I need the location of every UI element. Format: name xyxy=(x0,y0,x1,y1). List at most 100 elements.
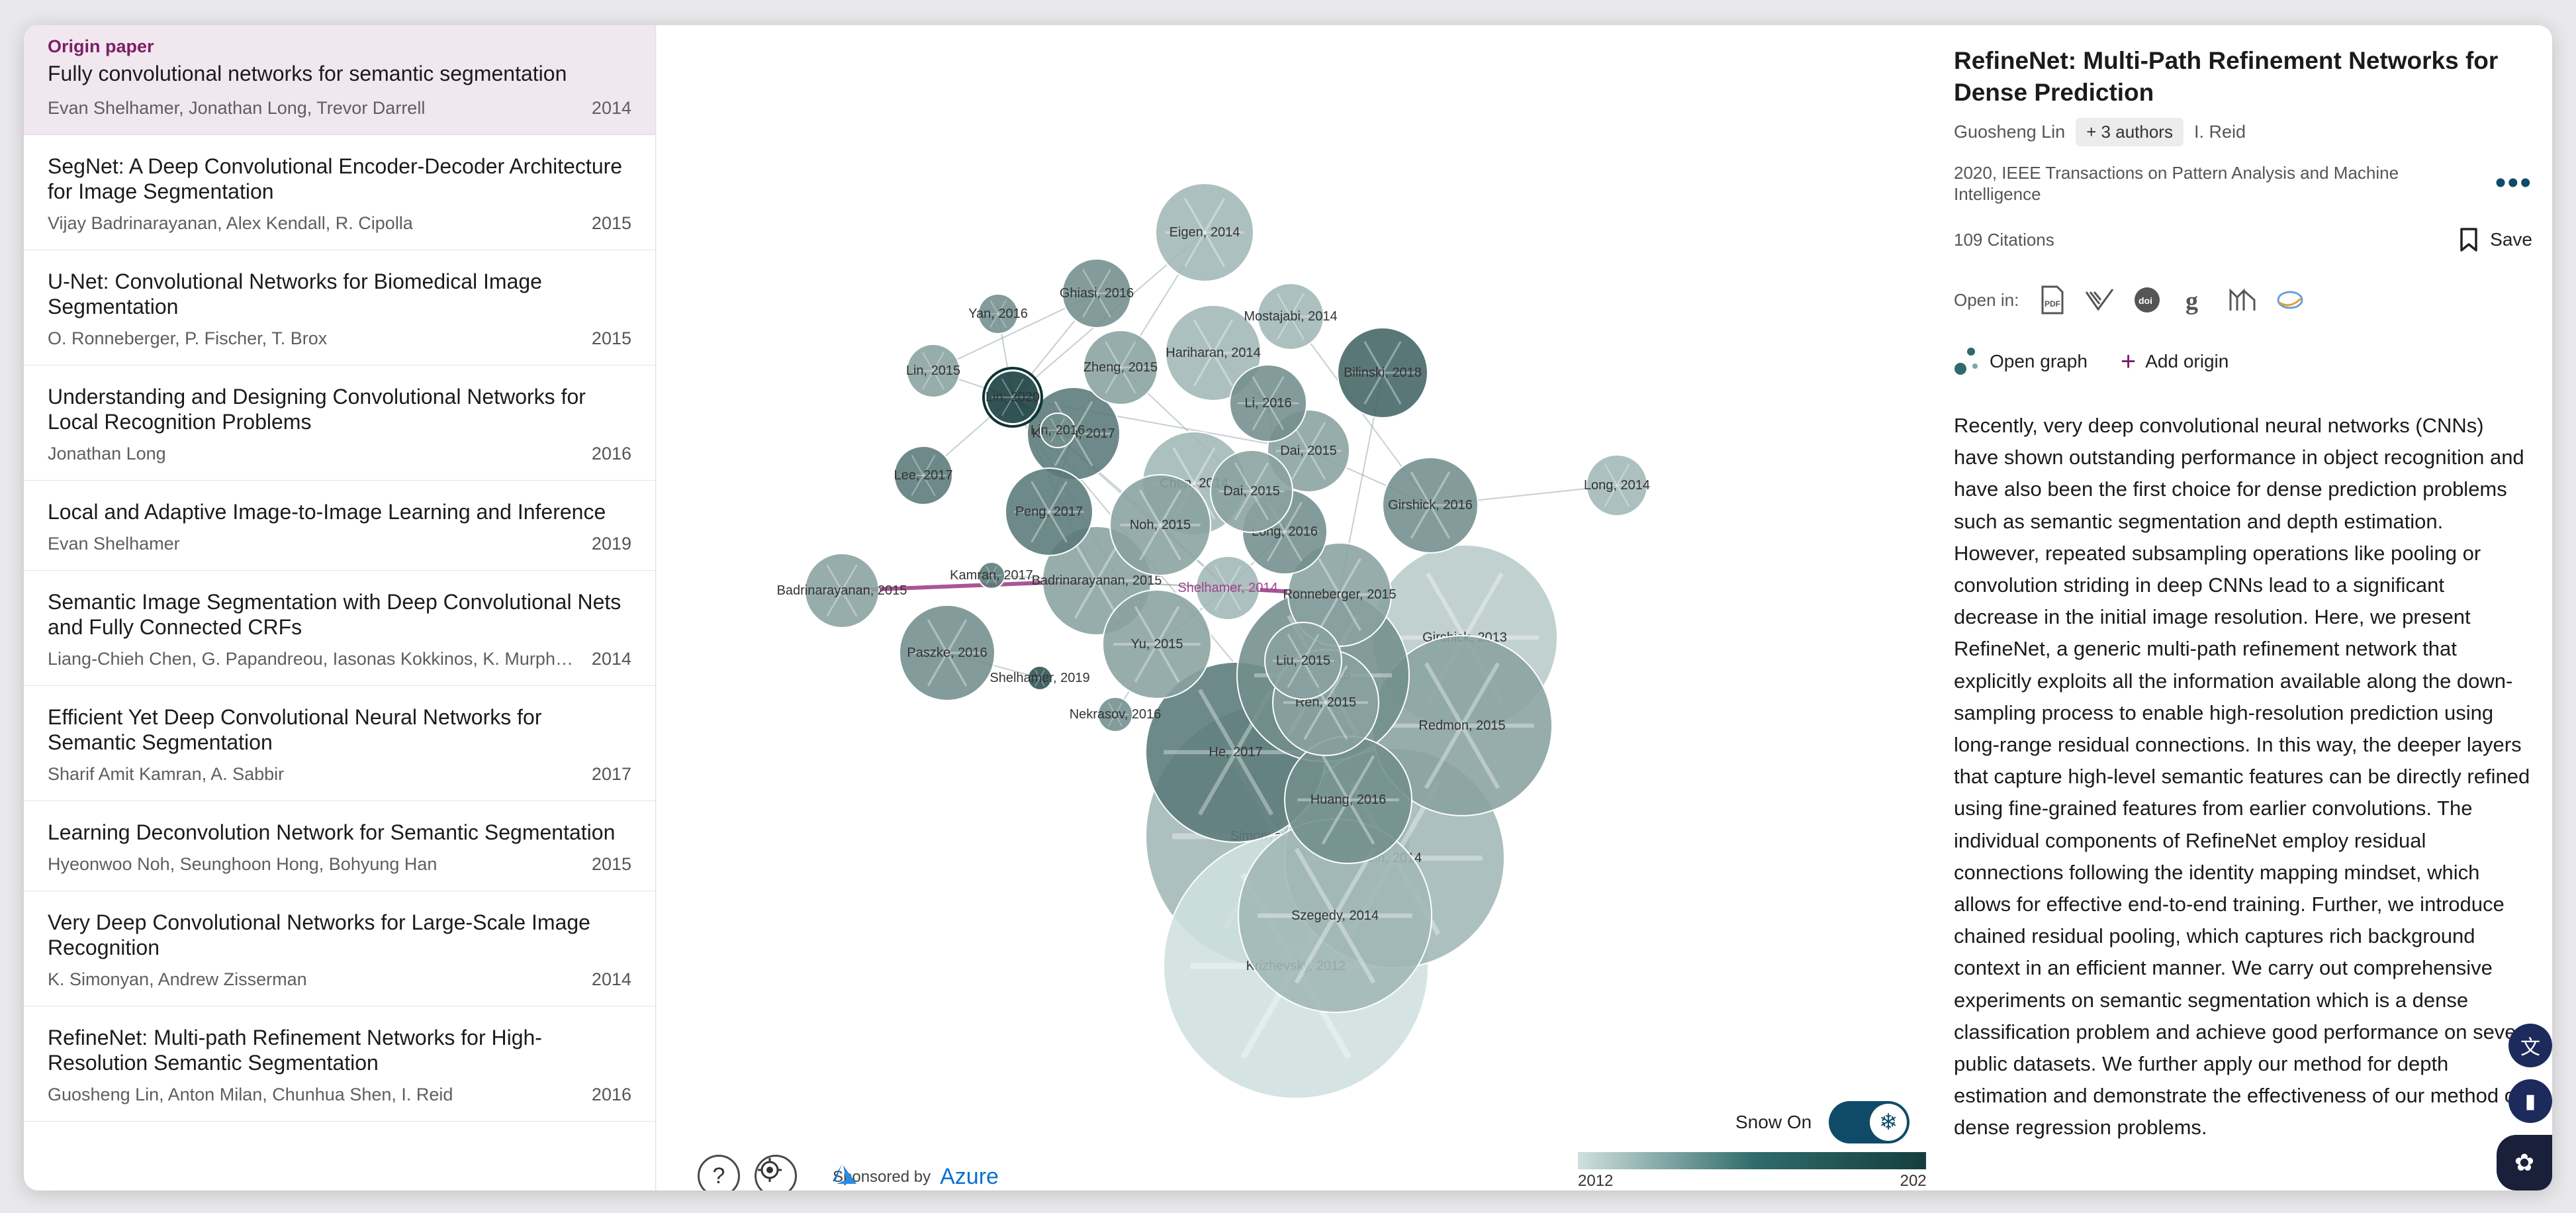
paper-list-item[interactable]: SegNet: A Deep Convolutional Encoder-Dec… xyxy=(24,135,655,250)
paper-item-title: Very Deep Convolutional Networks for Lar… xyxy=(48,910,590,959)
paper-item-year: 2014 xyxy=(591,969,631,989)
graph-node[interactable]: Girshick, 2016 xyxy=(1382,457,1479,554)
graph-node[interactable]: Zheng, 2015 xyxy=(1083,330,1158,405)
graph-node-label: Noh, 2015 xyxy=(1130,518,1191,532)
graph-node-label: Bilinski, 2018 xyxy=(1344,365,1422,380)
paper-list-item[interactable]: Understanding and Designing Convolutiona… xyxy=(24,365,655,481)
graph-node[interactable]: Eigen, 2014 xyxy=(1155,183,1254,282)
graph-node[interactable]: Yan, 2016 xyxy=(968,293,1028,334)
origin-paper-card[interactable]: Origin paper Fully convolutional network… xyxy=(24,25,655,135)
paper-list-item[interactable]: RefineNet: Multi-path Refinement Network… xyxy=(24,1006,655,1122)
azure-name: Azure xyxy=(940,1164,999,1189)
graph-node[interactable]: Badrinarayanan, 2015 xyxy=(777,553,907,628)
paper-item-year: 2015 xyxy=(591,328,631,348)
open-in-row: Open in: PDF doi g xyxy=(1954,285,2532,315)
first-author[interactable]: Guosheng Lin xyxy=(1954,122,2065,142)
graph-node[interactable]: Yu, 2015 xyxy=(1102,589,1212,699)
open-in-label: Open in: xyxy=(1954,289,2019,310)
graph-node[interactable]: Lin, 2015 xyxy=(906,344,960,398)
graph-node[interactable]: Bilinski, 2018 xyxy=(1337,327,1428,418)
origin-title: Fully convolutional networks for semanti… xyxy=(48,62,567,85)
save-label: Save xyxy=(2490,229,2532,250)
snow-label: Snow On xyxy=(1735,1112,1812,1132)
graph-node-label: Li, 2016 xyxy=(1244,396,1291,411)
graph-node[interactable]: Liu, 2015 xyxy=(1264,622,1342,700)
graph-node-label: Kamran, 2017 xyxy=(950,568,1033,583)
assistant-icon[interactable]: ✿ xyxy=(2497,1135,2552,1190)
graph-node[interactable]: Huang, 2016 xyxy=(1284,736,1412,864)
graph-node-label: Lin, 2016 xyxy=(1031,423,1085,438)
paper-item-authors: K. Simonyan, Andrew Zisserman xyxy=(48,969,307,989)
snow-toggle[interactable]: ❄ xyxy=(1829,1101,1910,1143)
paper-list-item[interactable]: Learning Deconvolution Network for Seman… xyxy=(24,801,655,891)
paper-item-year: 2015 xyxy=(591,213,631,233)
graph-node-label: Shelhamer, 2019 xyxy=(989,671,1089,685)
graph-node-label: Szegedy, 2014 xyxy=(1291,908,1379,923)
graph-node[interactable]: Long, 2014 xyxy=(1584,454,1650,516)
google-scholar-icon[interactable]: g xyxy=(2180,285,2209,315)
open-graph-button[interactable]: Open graph xyxy=(1954,346,2088,377)
graph-node-label: Ghiasi, 2016 xyxy=(1060,286,1134,301)
microsoft-academic-icon[interactable] xyxy=(2228,285,2257,315)
paper-item-authors: Liang-Chieh Chen, G. Papandreou, Iasonas… xyxy=(48,649,577,669)
paper-list-item[interactable]: Local and Adaptive Image-to-Image Learni… xyxy=(24,481,655,571)
origin-authors: Evan Shelhamer, Jonathan Long, Trevor Da… xyxy=(48,98,426,118)
graph-node-label: Yu, 2015 xyxy=(1131,637,1183,652)
graph-node[interactable]: Shelhamer, 2019 xyxy=(989,665,1090,691)
graph-node[interactable]: Ghiasi, 2016 xyxy=(1060,258,1134,328)
explore-icon[interactable] xyxy=(2276,285,2305,315)
paper-item-year: 2016 xyxy=(591,444,631,463)
reader-icon[interactable]: ▮ xyxy=(2508,1079,2552,1123)
graph-node[interactable]: Nekrasov, 2016 xyxy=(1070,697,1162,732)
more-authors-chip[interactable]: + 3 authors xyxy=(2076,118,2184,146)
pdf-icon[interactable]: PDF xyxy=(2037,285,2066,315)
paper-list: SegNet: A Deep Convolutional Encoder-Dec… xyxy=(24,135,655,1122)
graph-node-label: Dai, 2015 xyxy=(1223,484,1280,499)
graph-nodes[interactable]: Simonyan, 2014Krizhevsky, 2012Lin, 2014S… xyxy=(777,183,1650,1099)
more-options-icon[interactable]: ••• xyxy=(2479,168,2532,199)
graph-node[interactable]: Lin, 2020 xyxy=(986,370,1040,424)
graph-node[interactable]: Li, 2016 xyxy=(1229,364,1307,442)
azure-icon xyxy=(833,1164,856,1184)
paper-list-item[interactable]: Efficient Yet Deep Convolutional Neural … xyxy=(24,686,655,801)
paper-list-item[interactable]: U-Net: Convolutional Networks for Biomed… xyxy=(24,250,655,365)
save-button[interactable]: Save xyxy=(2460,227,2532,252)
graph-node[interactable]: Paszke, 2016 xyxy=(899,605,995,701)
paper-item-authors: Vijay Badrinarayanan, Alex Kendall, R. C… xyxy=(48,213,413,233)
graph-node[interactable]: Dai, 2015 xyxy=(1210,450,1293,533)
graph-node-label: Liu, 2015 xyxy=(1276,654,1330,668)
sponsor-badge[interactable]: Sponsored by Azure xyxy=(833,1164,999,1190)
graph-node-label: Girshick, 2016 xyxy=(1388,498,1473,512)
paper-item-title: SegNet: A Deep Convolutional Encoder-Dec… xyxy=(48,154,623,203)
paper-item-year: 2017 xyxy=(591,764,631,784)
graph-node-label: Paszke, 2016 xyxy=(907,646,987,660)
paper-list-panel: Origin paper Fully convolutional network… xyxy=(24,25,656,1190)
graph-node-label: Mostajabi, 2014 xyxy=(1244,309,1337,324)
year-gradient-bar xyxy=(1578,1152,1935,1169)
paper-list-item[interactable]: Semantic Image Segmentation with Deep Co… xyxy=(24,571,655,686)
graph-node-label: Badrinarayanan, 2015 xyxy=(777,583,907,598)
paper-item-year: 2014 xyxy=(591,649,631,669)
graph-node-label: Redmon, 2015 xyxy=(1418,718,1505,733)
citation-count: 109 Citations xyxy=(1954,229,2054,250)
paper-item-authors: Evan Shelhamer xyxy=(48,534,180,554)
svg-text:doi: doi xyxy=(2139,295,2152,306)
paper-item-authors: Hyeonwoo Noh, Seunghoon Hong, Bohyung Ha… xyxy=(48,854,437,874)
citation-graph[interactable]: Simonyan, 2014Krizhevsky, 2012Lin, 2014S… xyxy=(657,25,1918,1190)
last-author[interactable]: I. Reid xyxy=(2194,122,2246,142)
graph-node-label: Lee, 2017 xyxy=(894,468,953,483)
semantic-scholar-icon[interactable] xyxy=(2085,285,2114,315)
doi-icon[interactable]: doi xyxy=(2133,285,2162,315)
graph-node-label: Yan, 2016 xyxy=(968,307,1028,321)
add-origin-button[interactable]: + Add origin xyxy=(2121,346,2229,377)
translate-icon[interactable]: 文 xyxy=(2508,1024,2552,1067)
graph-node[interactable]: Peng, 2017 xyxy=(1005,467,1093,556)
graph-node[interactable]: Noh, 2015 xyxy=(1109,474,1211,576)
graph-node-label: He, 2017 xyxy=(1209,745,1262,759)
origin-year: 2014 xyxy=(591,98,631,118)
graph-node-label: Eigen, 2014 xyxy=(1170,225,1240,240)
graph-canvas[interactable]: Simonyan, 2014Krizhevsky, 2012Lin, 2014S… xyxy=(657,25,1935,1190)
paper-list-item[interactable]: Very Deep Convolutional Networks for Lar… xyxy=(24,891,655,1006)
graph-node[interactable]: Lee, 2017 xyxy=(894,446,953,505)
plus-icon: + xyxy=(2120,347,2137,376)
